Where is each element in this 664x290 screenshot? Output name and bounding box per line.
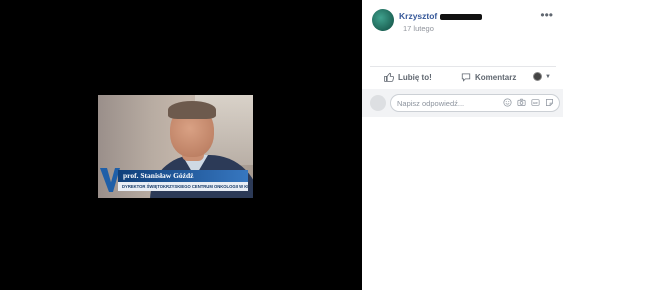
more-options-icon[interactable]: •••: [540, 8, 553, 22]
photo-viewer: prof. Stanisław Góźdź DYREKTOR ŚWIĘTOKRZ…: [0, 0, 362, 290]
tv-channel-logo-icon: [100, 168, 120, 192]
redacted-surname: [440, 13, 483, 20]
news-photo: prof. Stanisław Góźdź DYREKTOR ŚWIĘTOKRZ…: [98, 95, 253, 198]
profile-selector[interactable]: ▼: [533, 72, 551, 81]
author-name-link[interactable]: Krzysztof: [399, 11, 483, 21]
camera-icon[interactable]: [517, 98, 526, 107]
post-header: Krzysztof 17 lutego •••: [362, 0, 563, 48]
commenter-avatar: [370, 95, 386, 111]
sticker-icon[interactable]: [545, 98, 554, 107]
caption-name: prof. Stanisław Góźdź: [118, 170, 248, 182]
comment-button[interactable]: Komentarz: [461, 72, 516, 82]
post-actions: Lubię to! Komentarz ▼: [362, 67, 563, 89]
emoji-icon[interactable]: [503, 98, 512, 107]
author-avatar[interactable]: [372, 9, 394, 31]
post-timestamp[interactable]: 17 lutego: [403, 24, 434, 33]
gif-icon[interactable]: GIF: [531, 98, 540, 107]
chevron-down-icon: ▼: [545, 73, 551, 80]
svg-text:GIF: GIF: [533, 101, 538, 105]
comment-label: Komentarz: [475, 72, 517, 82]
tv-lower-third: prof. Stanisław Góźdź DYREKTOR ŚWIĘTOKRZ…: [98, 168, 253, 198]
profile-avatar: [533, 72, 543, 81]
composer-icons: GIF: [503, 98, 554, 107]
comment-bubble-icon: [461, 73, 471, 82]
like-button[interactable]: Lubię to!: [384, 72, 432, 82]
like-label: Lubię to!: [398, 72, 432, 82]
post-side-panel: Krzysztof 17 lutego ••• Lubię to! Koment…: [362, 0, 563, 290]
comment-composer: GIF: [362, 89, 563, 117]
caption-title: DYREKTOR ŚWIĘTOKRZYSKIEGO CENTRUM ONKOLO…: [118, 182, 248, 191]
thumbs-up-icon: [384, 72, 394, 82]
author-name[interactable]: Krzysztof: [399, 11, 437, 21]
